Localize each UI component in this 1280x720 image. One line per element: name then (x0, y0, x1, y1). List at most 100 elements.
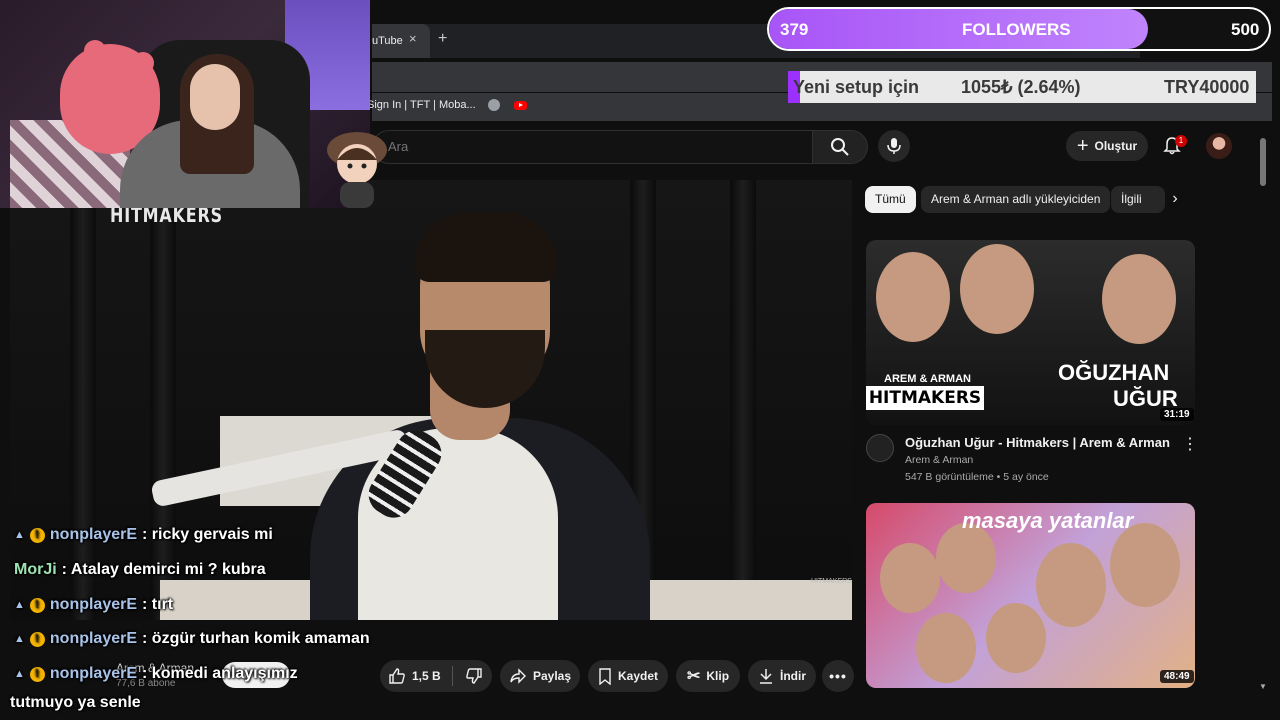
thumbnail-text: OĞUZHAN (1058, 360, 1170, 385)
tab-close-icon[interactable]: × (409, 31, 417, 46)
clip-label: Klip (706, 669, 730, 683)
like-divider (452, 666, 453, 686)
badge-icon: ! (29, 631, 45, 647)
video-meta: 547 B görüntüleme • 5 ay önce (905, 471, 1049, 483)
search-icon (831, 138, 849, 156)
voice-search-button[interactable] (878, 130, 910, 162)
kebab-menu-icon[interactable]: ⋮ (1182, 434, 1198, 454)
chat-text: : özgür turhan komik amaman (142, 630, 370, 647)
chat-message: ▲ ! nonplayerE : komedi anlayışımız (14, 665, 298, 683)
badge-icon: ! (29, 597, 45, 613)
bookmark-sign-in[interactable]: Sign In | TFT | Moba... (367, 99, 476, 111)
chat-text: : Atalay demirci mi ? kubra (61, 561, 266, 578)
donation-goal: TRY40000 (1164, 77, 1250, 97)
badge-icon: ! (29, 666, 45, 682)
webcam-overlay (0, 0, 370, 208)
plus-icon: + (1076, 135, 1089, 157)
page-scrollbar[interactable] (1260, 138, 1266, 186)
video-duration: 31:19 (1160, 408, 1194, 421)
notification-badge: 1 (1175, 135, 1187, 147)
microphone-icon (887, 138, 901, 154)
search-button[interactable] (812, 130, 868, 164)
chat-username: nonplayerE (49, 665, 138, 682)
followers-goal: 500 (1231, 20, 1260, 39)
doll-sticker-icon (327, 132, 387, 208)
youtube-bookmark-icon[interactable] (514, 101, 527, 110)
thumb-person (1036, 543, 1106, 627)
mod-icon: ▲ (14, 668, 25, 680)
bookmark-label: Sign In | TFT | Moba... (367, 99, 476, 111)
thumbs-up-icon[interactable] (388, 667, 406, 685)
chip-from-uploader[interactable]: Arem & Arman adlı yükleyiciden (921, 186, 1111, 213)
curtain-fold (730, 180, 756, 620)
chat-username: nonplayerE (49, 596, 138, 613)
guest-hair (414, 212, 558, 282)
followers-current: 379 (780, 20, 809, 39)
thumb-person (876, 252, 950, 342)
video-duration: 48:49 (1160, 670, 1194, 683)
video-watermark: HITMAKERS (811, 578, 852, 585)
thumbnail-text: HITMAKERS (866, 386, 984, 410)
video-player[interactable] (10, 180, 852, 620)
mod-icon: ▲ (14, 599, 25, 611)
bookmark-icon (599, 667, 611, 685)
thumb-person (986, 603, 1046, 673)
thumb-person (1110, 523, 1180, 607)
create-button[interactable]: + Oluştur (1066, 131, 1148, 161)
chat-username: nonplayerE (49, 526, 138, 543)
thumbnail-text: AREM & ARMAN (884, 373, 971, 385)
badge-icon: ! (29, 527, 45, 543)
followers-goal-fill (769, 9, 1148, 49)
like-dislike-group: 1,5 B (380, 660, 492, 692)
chat-text: : komedi anlayışımız (142, 665, 298, 682)
tab-title: uTube (372, 35, 403, 47)
chat-message: ▲ ! nonplayerE : ricky gervais mi (14, 526, 273, 544)
donation-amount: 1055₺ (2.64%) (961, 77, 1081, 97)
chip-related[interactable]: İlgili (1111, 186, 1165, 213)
video-title[interactable]: Oğuzhan Uğur - Hitmakers | Arem & Arman (905, 435, 1170, 450)
scissors-icon: ✂ (686, 668, 701, 685)
mod-icon: ▲ (14, 633, 25, 645)
thumb-person (916, 613, 976, 683)
donation-label: Yeni setup için (793, 77, 920, 97)
chat-text: tutmuyo ya senle (10, 694, 141, 711)
streamer-face (190, 64, 240, 130)
share-label: Paylaş (532, 669, 572, 683)
thumb-person (1102, 254, 1176, 344)
chat-message: ▲ ! nonplayerE : özgür turhan komik amam… (14, 630, 370, 648)
chat-username: nonplayerE (49, 630, 138, 647)
share-icon (510, 668, 526, 684)
thumb-person (960, 244, 1034, 334)
chat-message: tutmuyo ya senle (10, 694, 141, 712)
more-actions-button[interactable]: ••• (822, 660, 854, 692)
thumb-person (880, 543, 940, 613)
share-button[interactable]: Paylaş (500, 660, 580, 692)
chat-message: ▲ ! nonplayerE : tırt (14, 596, 173, 614)
chat-text: : tırt (142, 596, 174, 613)
clip-button[interactable]: ✂ Klip (676, 660, 740, 692)
create-label: Oluştur (1094, 139, 1138, 153)
thumbnail-text: masaya yatanlar (962, 508, 1134, 533)
search-input[interactable] (386, 138, 790, 155)
scroll-down-arrow-icon[interactable]: ▼ (1259, 682, 1267, 691)
download-icon (760, 669, 772, 684)
chevron-right-icon[interactable]: › (1164, 188, 1186, 210)
chat-message: MorJi : Atalay demirci mi ? kubra (14, 561, 266, 579)
like-count[interactable]: 1,5 B (412, 669, 441, 683)
new-tab-button[interactable]: + (438, 30, 447, 48)
save-label: Kaydet (617, 669, 658, 683)
save-button[interactable]: Kaydet (588, 660, 668, 692)
curtain-fold (70, 180, 96, 620)
chat-text: : ricky gervais mi (142, 526, 273, 543)
curtain-fold (150, 180, 176, 620)
more-horizontal-icon: ••• (829, 668, 847, 684)
download-button[interactable]: İndir (748, 660, 816, 692)
mod-icon: ▲ (14, 529, 25, 541)
video-channel[interactable]: Arem & Arman (905, 454, 973, 466)
globe-icon[interactable] (488, 99, 500, 111)
chip-all[interactable]: Tümü (865, 186, 916, 213)
channel-avatar[interactable] (866, 434, 894, 462)
account-avatar[interactable] (1206, 133, 1232, 159)
chat-username: MorJi (14, 561, 57, 578)
thumbs-down-icon[interactable] (465, 667, 483, 685)
